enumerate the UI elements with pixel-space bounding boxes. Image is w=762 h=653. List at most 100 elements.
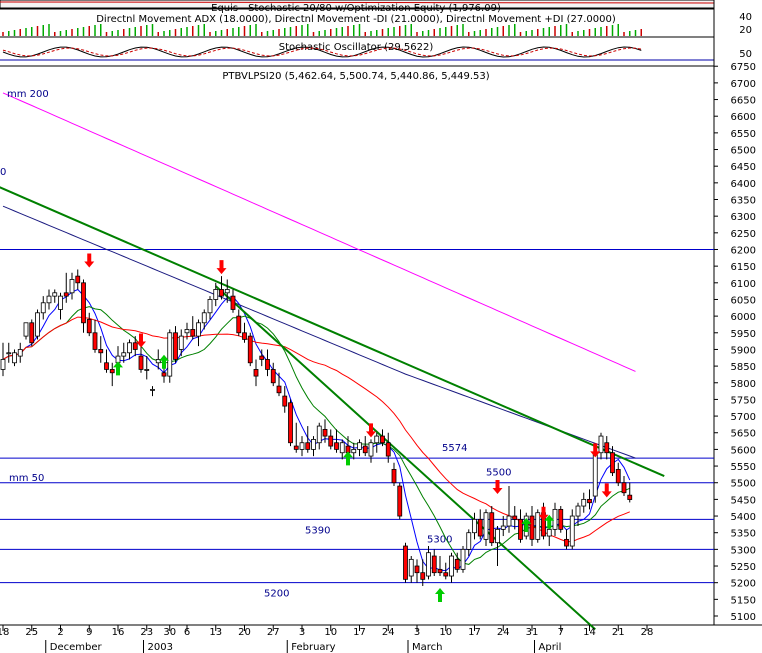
candle-body	[328, 435, 334, 447]
candle-body	[621, 482, 627, 494]
candle-body	[569, 515, 575, 547]
candle-body	[282, 395, 288, 407]
candle-body	[12, 352, 17, 364]
x-tick-label: 17	[353, 627, 366, 638]
x-tick-label: 30	[163, 627, 176, 638]
candle-body	[403, 545, 408, 580]
candle-body	[69, 279, 75, 294]
sell-arrow	[492, 480, 503, 495]
y-tick-label: 5550	[731, 462, 756, 473]
candle-body	[253, 369, 259, 377]
candle-body	[529, 515, 535, 540]
candle-body	[368, 442, 374, 457]
candle-body	[362, 445, 368, 454]
candle-body	[23, 322, 29, 337]
candle-body	[339, 442, 345, 454]
candle-body	[167, 332, 173, 377]
x-axis-ticks: 18 25 2 9 16 23 30 6 13 20 27 3 10 17 24 3 10 17 24 31 7 14 21…	[0, 625, 653, 653]
candle-body	[357, 442, 362, 450]
y-tick-label: 5100	[731, 612, 756, 623]
candle-body	[40, 302, 46, 314]
candle-body	[351, 449, 357, 454]
moving-averages	[2, 92, 636, 572]
x-tick-label: 13	[209, 627, 222, 638]
candle-body	[29, 322, 35, 344]
y-tick-label: 5800	[731, 379, 756, 390]
candle-body	[98, 349, 104, 354]
candle-body	[449, 555, 454, 577]
candle-body	[420, 572, 426, 580]
candle-body	[224, 289, 230, 294]
y-tick-label: 6650	[731, 96, 756, 107]
x-tick-label: 25	[25, 627, 38, 638]
y-tick-label: 5250	[731, 562, 756, 573]
candle-body	[587, 498, 592, 504]
y-tick-label: 5900	[731, 345, 756, 356]
candle-body	[397, 485, 403, 517]
candle-body	[414, 565, 420, 574]
candle-body	[207, 299, 213, 314]
candle-body	[506, 515, 512, 527]
adx-axis-40: 40	[739, 12, 752, 23]
candle-body	[109, 369, 115, 374]
candle-body	[242, 332, 247, 340]
candle-body	[466, 532, 472, 550]
y-tick-label: 6350	[731, 196, 756, 207]
mm200-label: mm 200	[7, 89, 49, 100]
y-tick-label: 6550	[731, 129, 756, 140]
x-tick-label: 23	[140, 627, 153, 638]
y-tick-label: 5350	[731, 529, 756, 540]
candle-body	[58, 295, 63, 310]
y-tick-label: 6000	[731, 312, 756, 323]
candle-body	[196, 322, 201, 337]
candle-body	[276, 385, 282, 394]
candle-body	[155, 359, 161, 364]
candle-body	[293, 445, 299, 450]
month-label: 2003	[148, 642, 173, 653]
sell-arrow	[84, 253, 95, 268]
y-tick-label: 5300	[731, 545, 756, 556]
sell-arrow	[601, 483, 612, 498]
candle-body	[546, 528, 552, 537]
x-tick-label: 17	[468, 627, 481, 638]
x-tick-label: 3	[299, 627, 305, 638]
y-tick-label: 6450	[731, 162, 756, 173]
x-tick-label: 27	[267, 627, 280, 638]
y-tick-label: 6600	[731, 112, 756, 123]
y-tick-label: 6150	[731, 262, 756, 273]
x-tick-label: 24	[382, 627, 395, 638]
x-tick-label: 3	[414, 627, 420, 638]
candle-body	[265, 359, 270, 370]
candle-body	[81, 282, 86, 324]
candle-body	[592, 452, 598, 497]
candle-body	[460, 548, 466, 570]
candle-body	[334, 442, 339, 450]
candle-body	[477, 518, 483, 537]
y-tick-label: 5850	[731, 362, 756, 373]
candle-body	[247, 335, 253, 364]
x-tick-label: 7	[558, 627, 564, 638]
month-label: February	[291, 642, 335, 653]
candle-body	[0, 359, 6, 370]
adx-axis-20: 20	[739, 25, 752, 36]
candle-body	[270, 369, 276, 384]
candle-body	[408, 558, 414, 577]
candle-body	[17, 349, 23, 357]
candle-body	[316, 425, 322, 444]
candle-body	[311, 439, 316, 450]
candle-body	[512, 515, 518, 520]
month-label: March	[412, 642, 442, 653]
candle-body	[598, 435, 604, 454]
candle-body	[86, 319, 92, 334]
stock-chart: Equis - Stochastic 20/80 w/Optimization …	[0, 0, 762, 653]
candle-body	[374, 435, 380, 444]
candle-body	[173, 332, 178, 360]
candle-body	[121, 352, 127, 357]
y-tick-label: 5750	[731, 395, 756, 406]
y-tick-label: 6700	[731, 79, 756, 90]
candle-body	[161, 372, 167, 377]
candle-body	[426, 552, 431, 577]
y-tick-label: 5700	[731, 412, 756, 423]
candle-body	[391, 468, 397, 484]
y-tick-label: 6100	[731, 279, 756, 290]
